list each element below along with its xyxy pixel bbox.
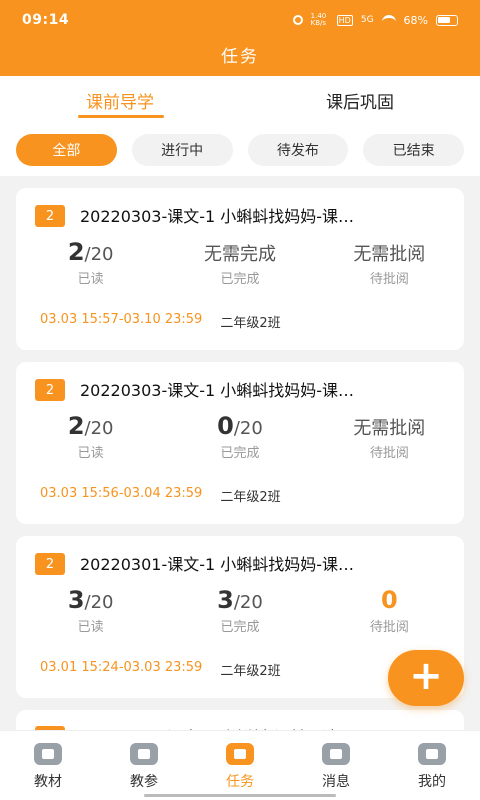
task-card[interactable]: 2 20220303-课文-1 小蝌蚪找妈妈-课… 2/20 已读 无需完成 已… xyxy=(16,188,464,350)
filter-pending[interactable]: 待发布 xyxy=(247,134,349,166)
stat-read-label: 已读 xyxy=(77,446,104,461)
stat-to-review: 0 待批阅 xyxy=(315,586,464,636)
nav-messages[interactable]: 消息 xyxy=(288,731,384,800)
send-icon xyxy=(226,743,254,765)
user-icon xyxy=(418,743,446,765)
add-task-button[interactable]: + xyxy=(388,650,464,706)
nav-tasks[interactable]: 任务 xyxy=(192,731,288,800)
stat-completed: 无需完成 已完成 xyxy=(165,238,314,288)
plus-icon: + xyxy=(409,653,443,699)
stat-completed-label: 已完成 xyxy=(220,272,260,287)
stat-review-total: 无需批阅 xyxy=(353,418,426,439)
stat-read-total: /20 xyxy=(84,418,114,439)
stat-review-label: 待批阅 xyxy=(369,446,409,461)
card-time-range: 03.03 15:56-03.04 23:59 xyxy=(40,486,203,501)
card-class: 二年级2班 xyxy=(220,664,281,679)
stat-read-label: 已读 xyxy=(77,272,104,287)
signal-label: 5G xyxy=(360,15,374,25)
stat-read-label: 已读 xyxy=(77,620,104,635)
net-speed: 1.40 KB/s xyxy=(310,12,327,27)
stat-review-value: 0 xyxy=(380,586,398,614)
layers-icon xyxy=(130,743,158,765)
nav-label: 消息 xyxy=(322,774,350,790)
filter-all[interactable]: 全部 xyxy=(16,134,117,166)
stat-read-total: /20 xyxy=(84,244,114,265)
card-badge: 2 xyxy=(35,205,65,227)
battery-percent: 68% xyxy=(403,13,428,27)
card-badge: 2 xyxy=(35,553,65,575)
filter-bar: 全部 进行中 待发布 已结束 xyxy=(0,124,480,176)
nav-label: 教材 xyxy=(34,774,62,790)
stat-completed: 3/20 已完成 xyxy=(165,586,314,636)
bottom-nav: 教材 教参 任务 消息 我的 xyxy=(0,730,480,800)
top-tabs: 课前导学 课后巩固 xyxy=(0,76,480,124)
hd-badge: HD xyxy=(336,14,353,26)
book-icon xyxy=(34,743,62,765)
card-title: 20220303-课文-1 小蝌蚪找妈妈-课… xyxy=(80,207,355,226)
card-title: 20220301-课文-1 小蝌蚪找妈妈-课… xyxy=(80,555,355,574)
chat-icon xyxy=(322,743,350,765)
stat-completed-label: 已完成 xyxy=(220,446,260,461)
stat-to-review: 无需批阅 待批阅 xyxy=(315,238,464,288)
task-card[interactable]: 2 20220303-课文-1 小蝌蚪找妈妈-课… 2/20 已读 0/20 已… xyxy=(16,362,464,524)
card-stats: 2/20 已读 无需完成 已完成 无需批阅 待批阅 xyxy=(16,238,464,288)
alarm-icon xyxy=(292,15,303,25)
stat-review-label: 待批阅 xyxy=(369,620,409,635)
status-bar: 09:14 1.40 KB/s HD 5G 68% xyxy=(0,0,480,40)
stat-completed-total: /20 xyxy=(233,592,263,613)
stat-read: 2/20 已读 xyxy=(16,412,165,462)
card-footer: 03.03 15:57-03.10 23:59 二年级2班 xyxy=(40,312,281,331)
card-title: 20220303-课文-1 小蝌蚪找妈妈-课… xyxy=(80,381,355,400)
nav-reference[interactable]: 教参 xyxy=(96,731,192,800)
home-indicator xyxy=(144,794,336,797)
stat-read-value: 2 xyxy=(67,412,85,440)
nav-label: 任务 xyxy=(226,774,254,790)
stat-read: 2/20 已读 xyxy=(16,238,165,288)
stat-review-total: 无需批阅 xyxy=(353,244,426,265)
card-time-range: 03.03 15:57-03.10 23:59 xyxy=(40,312,203,327)
tab-post-class[interactable]: 课后巩固 xyxy=(240,76,480,124)
stat-completed-total: /20 xyxy=(233,418,263,439)
stat-read-value: 3 xyxy=(67,586,85,614)
nav-profile[interactable]: 我的 xyxy=(384,731,480,800)
card-stats: 3/20 已读 3/20 已完成 0 待批阅 xyxy=(16,586,464,636)
battery-icon xyxy=(436,14,458,26)
filter-in-progress[interactable]: 进行中 xyxy=(131,134,233,166)
stat-review-label: 待批阅 xyxy=(369,272,409,287)
stat-read-value: 2 xyxy=(67,238,85,266)
stat-to-review: 无需批阅 待批阅 xyxy=(315,412,464,462)
stat-completed-total: 无需完成 xyxy=(203,244,276,265)
card-footer: 03.03 15:56-03.04 23:59 二年级2班 xyxy=(40,486,281,505)
card-time-range: 03.01 15:24-03.03 23:59 xyxy=(40,660,203,675)
stat-read-total: /20 xyxy=(84,592,114,613)
stat-completed-value: 3 xyxy=(217,586,234,614)
card-class: 二年级2班 xyxy=(220,316,281,331)
card-badge: 2 xyxy=(35,379,65,401)
stat-completed-value: 0 xyxy=(217,412,234,440)
card-class: 二年级2班 xyxy=(220,490,281,505)
card-stats: 2/20 已读 0/20 已完成 无需批阅 待批阅 xyxy=(16,412,464,462)
stat-read: 3/20 已读 xyxy=(16,586,165,636)
nav-label: 教参 xyxy=(130,774,158,790)
filter-ended[interactable]: 已结束 xyxy=(363,134,464,166)
tab-pre-class[interactable]: 课前导学 xyxy=(0,76,240,124)
stat-completed: 0/20 已完成 xyxy=(165,412,314,462)
card-footer: 03.01 15:24-03.03 23:59 二年级2班 xyxy=(40,660,281,679)
wifi-icon xyxy=(381,15,396,25)
status-icons: 1.40 KB/s HD 5G 68% xyxy=(292,12,458,27)
status-time: 09:14 xyxy=(22,12,70,28)
nav-textbook[interactable]: 教材 xyxy=(0,731,96,800)
stat-completed-label: 已完成 xyxy=(220,620,260,635)
page-title: 任务 xyxy=(221,47,259,67)
app-header: 09:14 1.40 KB/s HD 5G 68% 任务 xyxy=(0,0,480,76)
nav-label: 我的 xyxy=(418,774,446,790)
